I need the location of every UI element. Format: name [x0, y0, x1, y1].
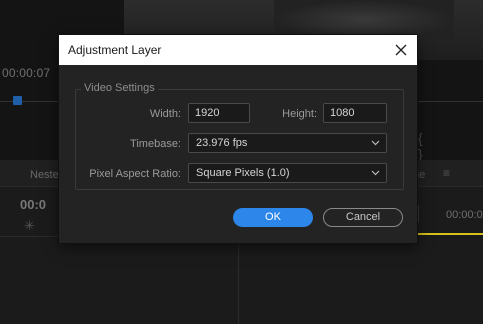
timebase-value: 23.976 fps	[196, 137, 248, 149]
ruler-timecode: 00:00:0	[446, 209, 483, 221]
cancel-button[interactable]: Cancel	[323, 208, 403, 227]
video-settings-title: Video Settings	[81, 82, 158, 94]
tab-nested-sequence: Neste	[30, 169, 59, 181]
close-icon	[395, 44, 407, 56]
pixel-aspect-ratio-select[interactable]: Square Pixels (1.0)	[188, 163, 387, 183]
timebase-select[interactable]: 23.976 fps	[188, 133, 387, 153]
source-timecode: 00:00:07	[2, 66, 51, 80]
video-frame	[274, 0, 454, 40]
chevron-down-icon	[371, 170, 380, 176]
ruler-tick	[418, 205, 419, 223]
height-field[interactable]	[323, 103, 387, 123]
height-label: Height:	[282, 108, 317, 120]
pixel-aspect-ratio-value: Square Pixels (1.0)	[196, 167, 290, 179]
adjustment-layer-dialog: Adjustment Layer Video Settings Width: H…	[59, 35, 417, 243]
panel-menu-icon: ≡	[443, 166, 451, 180]
pixel-aspect-ratio-label: Pixel Aspect Ratio:	[89, 168, 181, 180]
width-field[interactable]	[188, 103, 250, 123]
ok-button[interactable]: OK	[233, 208, 313, 227]
dialog-title: Adjustment Layer	[68, 43, 162, 57]
chevron-down-icon	[371, 140, 380, 146]
sequence-timecode: 00:0	[20, 197, 47, 212]
work-area-bar	[418, 233, 483, 235]
playhead-marker	[13, 96, 22, 105]
timebase-label: Timebase:	[130, 138, 181, 150]
width-label: Width:	[149, 108, 181, 120]
snap-icon: ✳	[24, 218, 35, 233]
in-out-brackets: { }	[418, 130, 441, 162]
close-button[interactable]	[391, 40, 411, 60]
dialog-titlebar: Adjustment Layer	[59, 35, 417, 65]
